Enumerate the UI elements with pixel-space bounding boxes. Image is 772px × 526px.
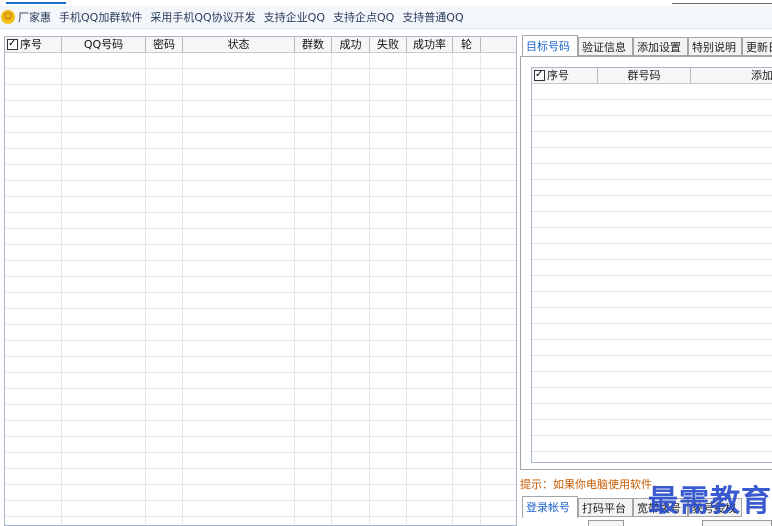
grid-divider [182, 53, 183, 525]
banner-item-2: 采用手机QQ协议开发 [150, 11, 256, 24]
column-header-group-count[interactable]: 群数 [295, 37, 332, 52]
column-header-status[interactable]: 状态 [183, 37, 295, 52]
right-tab-bar: 目标号码 验证信息 添加设置 特别说明 更新日 [520, 35, 772, 57]
tab-captcha-platform[interactable]: 打码平台 [578, 498, 633, 517]
tab-add-settings[interactable]: 添加设置 [633, 37, 688, 56]
column-header-index[interactable]: 序号 [5, 37, 62, 52]
partial-button[interactable] [702, 520, 772, 526]
group-column-header-add[interactable]: 添加 [691, 68, 772, 83]
column-header-password[interactable]: 密码 [146, 37, 183, 52]
column-header-round[interactable]: 轮 [453, 37, 481, 52]
column-header-success-rate[interactable]: 成功率 [407, 37, 453, 52]
grid-divider [294, 53, 295, 525]
group-column-header-number[interactable]: 群号码 [598, 68, 691, 83]
group-select-all-checkbox[interactable] [534, 68, 545, 82]
group-column-header-index[interactable]: 序号 [532, 68, 598, 83]
account-grid[interactable]: 序号 QQ号码 密码 状态 群数 成功 失败 成功率 轮 [4, 36, 517, 526]
target-numbers-pane: 序号 群号码 添加 [520, 56, 772, 470]
banner-item-4: 支持企点QQ [332, 11, 395, 24]
account-grid-header: 序号 QQ号码 密码 状态 群数 成功 失败 成功率 轮 [5, 37, 516, 53]
column-header-qq[interactable]: QQ号码 [62, 37, 146, 52]
top-right-fragment [672, 0, 772, 4]
promo-banner: ☺ 厂家惠 手机QQ加群软件 采用手机QQ协议开发 支持企业QQ 支持企点QQ … [0, 6, 772, 29]
tab-target-numbers[interactable]: 目标号码 [522, 35, 578, 57]
grid-divider [61, 53, 62, 525]
tab-verify-info[interactable]: 验证信息 [578, 37, 633, 56]
banner-item-0: 厂家惠 [18, 11, 51, 24]
tab-special-notes[interactable]: 特别说明 [688, 37, 742, 56]
group-grid-rows [532, 84, 772, 462]
grid-divider [480, 53, 481, 525]
group-grid-header: 序号 群号码 添加 [532, 68, 772, 84]
grid-divider [331, 53, 332, 525]
banner-item-5: 支持普通QQ [402, 11, 464, 24]
select-all-checkbox[interactable] [7, 37, 18, 51]
column-header-fail[interactable]: 失败 [370, 37, 407, 52]
top-tab-fragment[interactable] [6, 0, 66, 4]
top-window-strip [0, 0, 772, 4]
tab-update-log[interactable]: 更新日 [742, 37, 772, 56]
tab-login-account[interactable]: 登录帐号 [522, 496, 578, 518]
grid-divider [145, 53, 146, 525]
watermark-logo: 最需教育 [648, 484, 772, 519]
banner-item-1: 手机QQ加群软件 [59, 11, 143, 24]
group-number-grid[interactable]: 序号 群号码 添加 [531, 67, 772, 463]
smile-icon: ☺ [1, 10, 15, 24]
account-grid-rows [5, 53, 516, 525]
column-header-success[interactable]: 成功 [332, 37, 370, 52]
grid-divider [369, 53, 370, 525]
grid-divider [452, 53, 453, 525]
banner-item-3: 支持企业QQ [263, 11, 325, 24]
grid-divider [406, 53, 407, 525]
partial-input[interactable] [588, 520, 624, 526]
